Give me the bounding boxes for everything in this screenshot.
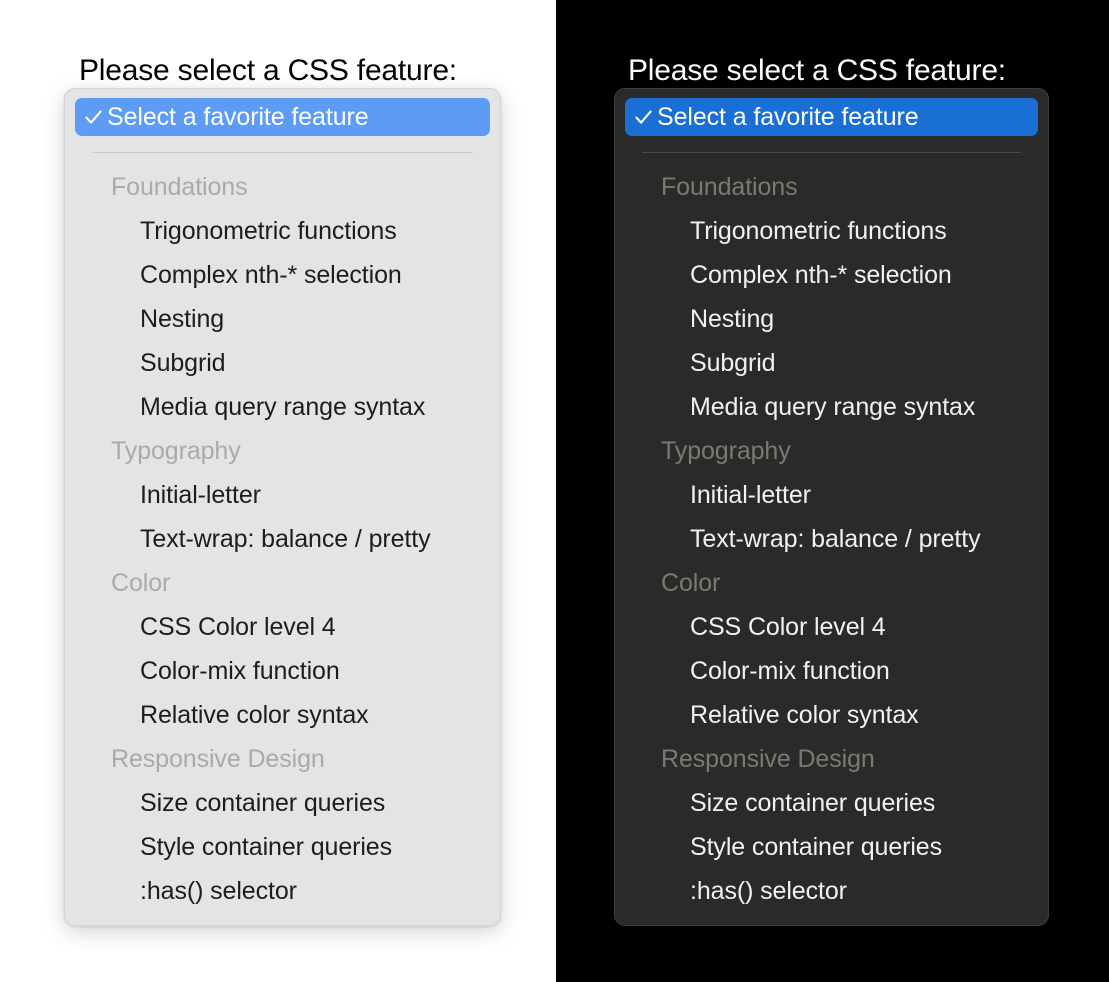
menu-option[interactable]: Size container queries [615,781,1048,825]
css-feature-select-menu[interactable]: Select a favorite feature Foundations Tri… [614,88,1049,926]
option-group-label: Typography [111,437,241,465]
option-group-label: Foundations [111,173,248,201]
menu-option[interactable]: Relative color syntax [65,693,500,737]
menu-option[interactable]: Initial-letter [615,473,1048,517]
menu-option[interactable]: Color-mix function [65,649,500,693]
menu-option[interactable]: Trigonometric functions [615,209,1048,253]
menu-option[interactable]: Trigonometric functions [65,209,500,253]
menu-option[interactable]: :has() selector [65,869,500,913]
option-group-label: Responsive Design [661,745,875,773]
menu-option[interactable]: Color-mix function [615,649,1048,693]
menu-option[interactable]: :has() selector [615,869,1048,913]
selected-option-label: Select a favorite feature [107,102,369,131]
menu-option[interactable]: Complex nth-* selection [615,253,1048,297]
option-group-label: Color [661,569,721,597]
menu-separator [642,152,1021,153]
menu-option[interactable]: Complex nth-* selection [65,253,500,297]
menu-option[interactable]: Nesting [615,297,1048,341]
option-group-label: Color [111,569,171,597]
dark-theme-pane: Please select a CSS feature: Select a fa… [556,0,1109,982]
menu-separator [92,152,473,153]
selected-option-row[interactable]: Select a favorite feature [625,98,1038,136]
menu-option[interactable]: Text-wrap: balance / pretty [65,517,500,561]
option-group-label: Typography [661,437,791,465]
selected-option-label: Select a favorite feature [657,102,919,131]
menu-option[interactable]: CSS Color level 4 [65,605,500,649]
comparison-stage: Please select a CSS feature: Select a fa… [0,0,1109,982]
menu-option[interactable]: Media query range syntax [65,385,500,429]
option-group-label: Responsive Design [111,745,325,773]
menu-option[interactable]: Relative color syntax [615,693,1048,737]
option-group-label: Foundations [661,173,798,201]
menu-option[interactable]: Text-wrap: balance / pretty [615,517,1048,561]
menu-option[interactable]: CSS Color level 4 [615,605,1048,649]
selected-option-row[interactable]: Select a favorite feature [75,98,490,136]
menu-option[interactable]: Subgrid [65,341,500,385]
page-title: Please select a CSS feature: [79,54,457,87]
css-feature-select-menu[interactable]: Select a favorite feature Foundations Tri… [64,88,501,926]
menu-option[interactable]: Media query range syntax [615,385,1048,429]
option-groups-light: Foundations Trigonometric functions Comple… [65,165,500,913]
menu-option[interactable]: Nesting [65,297,500,341]
check-icon [634,108,655,127]
menu-option[interactable]: Style container queries [65,825,500,869]
light-theme-pane: Please select a CSS feature: Select a fa… [0,0,556,982]
menu-option[interactable]: Size container queries [65,781,500,825]
page-title: Please select a CSS feature: [628,54,1006,87]
menu-option[interactable]: Initial-letter [65,473,500,517]
option-groups-dark: Foundations Trigonometric functions Comple… [615,165,1048,913]
menu-option[interactable]: Subgrid [615,341,1048,385]
check-icon [84,108,105,127]
menu-option[interactable]: Style container queries [615,825,1048,869]
